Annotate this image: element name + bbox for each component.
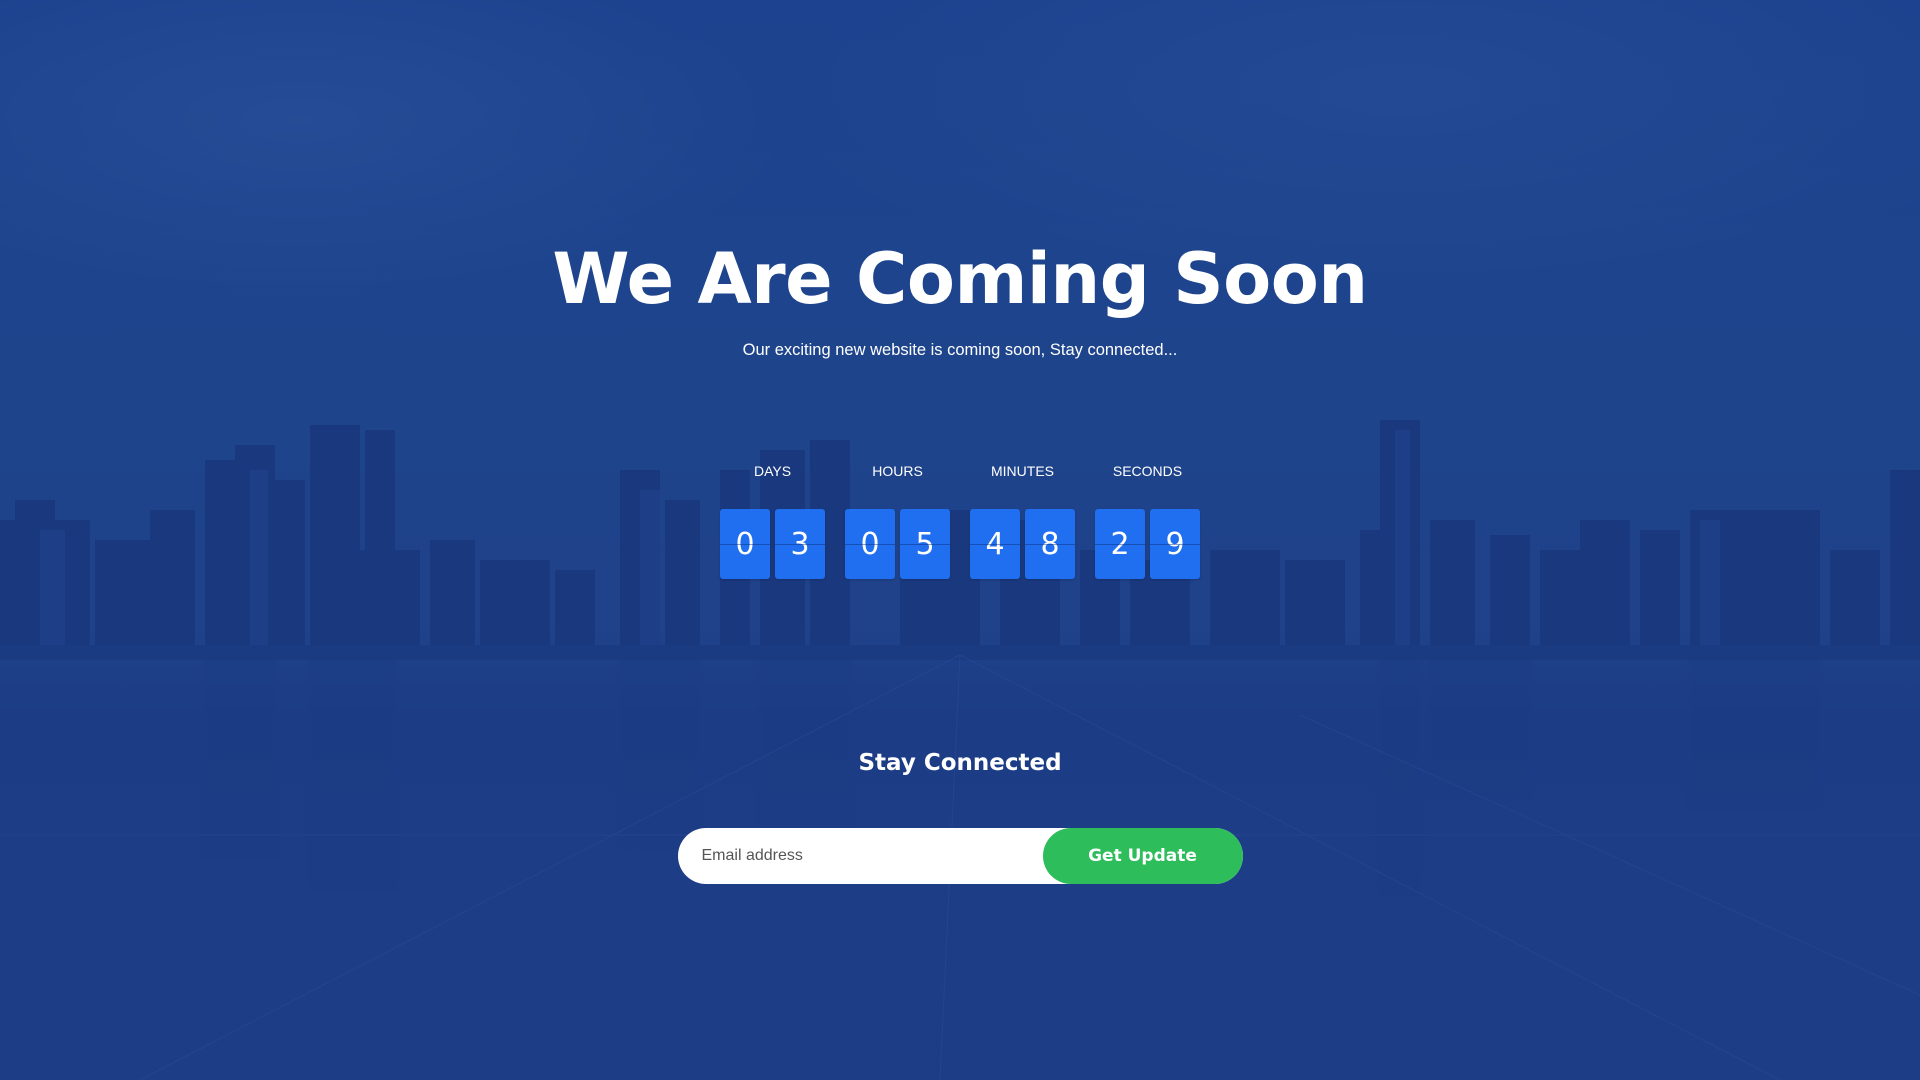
countdown-seconds: SECONDS 2 9 bbox=[1095, 462, 1200, 579]
countdown-digit: 2 bbox=[1095, 509, 1145, 579]
countdown-label: SECONDS bbox=[1112, 463, 1183, 479]
countdown-label: HOURS bbox=[872, 463, 923, 479]
countdown-digits: 4 8 bbox=[970, 509, 1075, 579]
page-subtitle: Our exciting new website is coming soon,… bbox=[742, 341, 1178, 359]
countdown-label: DAYS bbox=[753, 463, 792, 479]
countdown-digit: 0 bbox=[845, 509, 895, 579]
countdown-hours: HOURS 0 5 bbox=[845, 462, 950, 579]
countdown-timer: DAYS 0 3 HOURS 0 5 MINUTES 4 8 SECONDS 2 bbox=[720, 462, 1200, 579]
countdown-digit: 4 bbox=[970, 509, 1020, 579]
stay-connected-heading: Stay Connected bbox=[858, 750, 1062, 776]
main-content: We Are Coming Soon Our exciting new webs… bbox=[0, 0, 1920, 1080]
countdown-digits: 0 3 bbox=[720, 509, 825, 579]
email-input[interactable] bbox=[677, 828, 1043, 884]
countdown-digit: 9 bbox=[1150, 509, 1200, 579]
countdown-digits: 0 5 bbox=[845, 509, 950, 579]
countdown-digit: 0 bbox=[720, 509, 770, 579]
countdown-digit: 8 bbox=[1025, 509, 1075, 579]
countdown-days: DAYS 0 3 bbox=[720, 462, 825, 579]
subscribe-form: Get Update bbox=[677, 828, 1243, 884]
countdown-digits: 2 9 bbox=[1095, 509, 1200, 579]
page-title: We Are Coming Soon bbox=[552, 238, 1368, 320]
countdown-digit: 5 bbox=[900, 509, 950, 579]
countdown-digit: 3 bbox=[775, 509, 825, 579]
countdown-minutes: MINUTES 4 8 bbox=[970, 462, 1075, 579]
get-update-button[interactable]: Get Update bbox=[1042, 828, 1243, 884]
countdown-label: MINUTES bbox=[991, 463, 1054, 479]
